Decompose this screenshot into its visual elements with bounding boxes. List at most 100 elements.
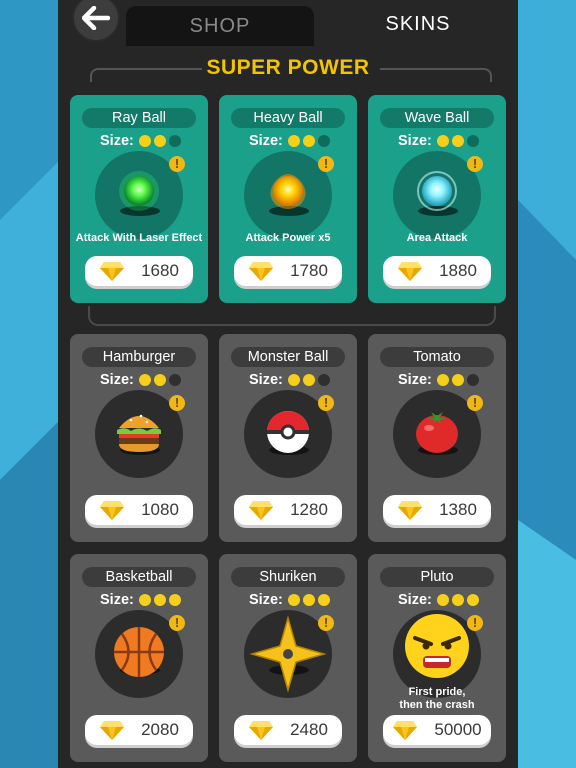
size-indicator: Size: xyxy=(398,371,479,389)
size-dot xyxy=(436,594,449,606)
size-dot xyxy=(138,374,151,386)
size-dot xyxy=(466,135,479,147)
gem-icon xyxy=(249,501,274,520)
price-value: 1780 xyxy=(290,261,328,280)
size-label: Size: xyxy=(249,592,283,608)
size-dot xyxy=(138,135,151,147)
size-label: Size: xyxy=(100,133,134,149)
size-dot xyxy=(302,594,315,606)
price-value: 2080 xyxy=(141,720,179,739)
skin-card[interactable]: Pluto Size: ! First pride, then the cras… xyxy=(368,554,506,762)
gem-icon xyxy=(249,721,274,740)
info-icon[interactable]: ! xyxy=(467,395,483,411)
size-dot xyxy=(466,374,479,386)
skin-name: Wave Ball xyxy=(380,108,494,128)
skin-name: Heavy Ball xyxy=(231,108,345,128)
skin-name: Basketball xyxy=(82,567,196,587)
buy-button[interactable]: 1880 xyxy=(383,256,491,286)
size-dot xyxy=(168,135,181,147)
size-label: Size: xyxy=(249,133,283,149)
info-icon[interactable]: ! xyxy=(169,395,185,411)
gem-icon xyxy=(393,721,418,740)
buy-button[interactable]: 1680 xyxy=(85,256,193,286)
skin-card[interactable]: Tomato Size: ! 1380 xyxy=(368,334,506,542)
price-value: 1380 xyxy=(439,500,477,519)
skin-name: Pluto xyxy=(380,567,494,587)
size-dot xyxy=(168,594,181,606)
size-dot xyxy=(287,374,300,386)
size-dot xyxy=(168,374,181,386)
section-divider-right xyxy=(380,68,492,82)
size-dot xyxy=(317,594,330,606)
info-icon[interactable]: ! xyxy=(467,156,483,172)
size-dot xyxy=(317,135,330,147)
gem-icon xyxy=(249,262,274,281)
price-value: 1680 xyxy=(141,261,179,280)
size-dot xyxy=(153,594,166,606)
size-label: Size: xyxy=(249,372,283,388)
info-icon[interactable]: ! xyxy=(318,156,334,172)
skin-description: Area Attack xyxy=(406,232,468,244)
tab-skins[interactable]: SKINS xyxy=(320,2,516,46)
info-icon[interactable]: ! xyxy=(467,615,483,631)
size-indicator: Size: xyxy=(249,371,330,389)
buy-button[interactable]: 1080 xyxy=(85,495,193,525)
size-dot xyxy=(153,374,166,386)
info-icon[interactable]: ! xyxy=(318,395,334,411)
price-value: 1880 xyxy=(439,261,477,280)
gem-icon xyxy=(100,262,125,281)
skin-name: Tomato xyxy=(380,347,494,367)
skin-card[interactable]: Shuriken Size: ! 2480 xyxy=(219,554,357,762)
price-value: 1080 xyxy=(141,500,179,519)
buy-button[interactable]: 1780 xyxy=(234,256,342,286)
gem-icon xyxy=(398,501,423,520)
price-value: 50000 xyxy=(434,720,482,739)
skin-description: Attack Power x5 xyxy=(245,232,331,244)
skin-card[interactable]: Hamburger Size: ! 1080 xyxy=(70,334,208,542)
info-icon[interactable]: ! xyxy=(169,156,185,172)
price-value: 2480 xyxy=(290,720,328,739)
size-dot xyxy=(436,374,449,386)
buy-button[interactable]: 2080 xyxy=(85,715,193,745)
size-indicator: Size: xyxy=(249,132,330,150)
tab-shop[interactable]: SHOP xyxy=(126,6,314,46)
size-label: Size: xyxy=(398,592,432,608)
gem-icon xyxy=(100,501,125,520)
skin-card[interactable]: Basketball Size: ! 2080 xyxy=(70,554,208,762)
size-dot xyxy=(138,594,151,606)
skin-name: Hamburger xyxy=(82,347,196,367)
size-dot xyxy=(287,135,300,147)
info-icon[interactable]: ! xyxy=(169,615,185,631)
size-indicator: Size: xyxy=(249,591,330,609)
skin-name: Ray Ball xyxy=(82,108,196,128)
size-indicator: Size: xyxy=(398,132,479,150)
size-indicator: Size: xyxy=(100,132,181,150)
size-label: Size: xyxy=(100,372,134,388)
size-dot xyxy=(436,135,449,147)
buy-button[interactable]: 2480 xyxy=(234,715,342,745)
skin-name: Shuriken xyxy=(231,567,345,587)
size-dot xyxy=(451,135,464,147)
buy-button[interactable]: 1280 xyxy=(234,495,342,525)
buy-button[interactable]: 1380 xyxy=(383,495,491,525)
super-power-frame xyxy=(88,306,496,326)
skin-card[interactable]: Ray Ball Size: ! Attack With Laser Effec… xyxy=(70,95,208,303)
skin-description: First pride, then the crash xyxy=(399,686,475,711)
skin-name: Monster Ball xyxy=(231,347,345,367)
skin-card[interactable]: Monster Ball Size: ! 1280 xyxy=(219,334,357,542)
size-indicator: Size: xyxy=(100,371,181,389)
info-icon[interactable]: ! xyxy=(318,615,334,631)
size-dot xyxy=(302,135,315,147)
skin-card[interactable]: Wave Ball Size: ! Area Attack 1880 xyxy=(368,95,506,303)
section-title: SUPER POWER xyxy=(206,56,370,79)
buy-button[interactable]: 50000 xyxy=(383,715,491,745)
size-label: Size: xyxy=(398,133,432,149)
size-dot xyxy=(466,594,479,606)
skin-card[interactable]: Heavy Ball Size: ! Attack Power x5 1780 xyxy=(219,95,357,303)
price-value: 1280 xyxy=(290,500,328,519)
size-label: Size: xyxy=(100,592,134,608)
size-indicator: Size: xyxy=(398,591,479,609)
size-label: Size: xyxy=(398,372,432,388)
size-dot xyxy=(451,374,464,386)
gem-icon xyxy=(398,262,423,281)
